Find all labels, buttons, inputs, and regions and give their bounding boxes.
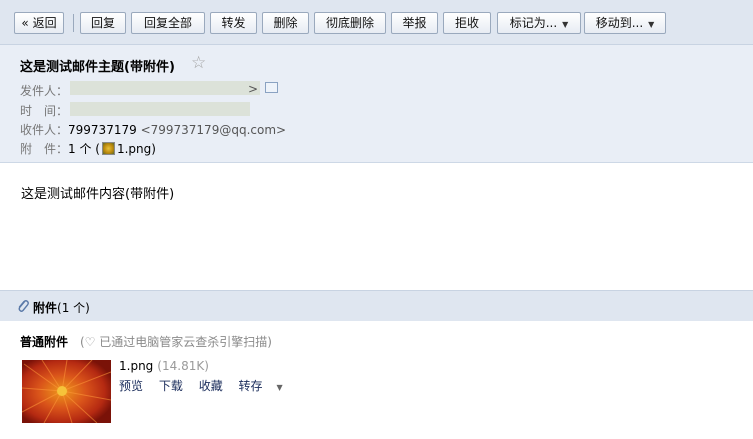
attachment-row: 附 件：1 个 (1.png) — [20, 142, 156, 156]
save-to-link[interactable]: 转存 ▼ — [239, 379, 295, 393]
sender-tail: > — [248, 82, 259, 96]
attachment-actions: 预览 下载 收藏 转存 ▼ — [119, 377, 307, 394]
time-redacted — [70, 102, 250, 116]
reply-all-button[interactable]: 回复全部 — [131, 12, 205, 34]
sender-row: 发件人： — [20, 82, 68, 99]
chevron-down-icon: ▼ — [648, 20, 655, 29]
scan-note: (♡ 已通过电脑管家云查杀引擎扫描) — [80, 335, 272, 349]
paperclip-icon — [18, 300, 29, 312]
mail-subject: 这是测试邮件主题(带附件) — [20, 60, 175, 75]
reply-button[interactable]: 回复 — [80, 12, 126, 34]
attachment-file-name: 1.png (14.81K) — [119, 359, 209, 373]
mail-body: 这是测试邮件内容(带附件) — [21, 187, 175, 202]
time-label: 时 间： — [20, 104, 69, 118]
recipient-row: 收件人：799737179 <799737179@qq.com> — [20, 121, 286, 138]
chevron-down-icon: ▼ — [276, 383, 283, 392]
move-to-label: 移动到... — [595, 16, 644, 30]
contact-card-icon[interactable] — [265, 82, 278, 93]
sender-label: 发件人： — [20, 84, 69, 98]
attachment-file-size: (14.81K) — [157, 359, 209, 373]
attachment-count: 1 个 ( — [68, 142, 100, 156]
flower-image — [22, 360, 111, 423]
delete-button[interactable]: 删除 — [262, 12, 309, 34]
image-file-icon — [101, 142, 115, 155]
attachment-group-label: 普通附件 — [20, 335, 69, 349]
forward-button[interactable]: 转发 — [210, 12, 257, 34]
chevron-down-icon: ▼ — [562, 20, 569, 29]
attachment-link[interactable]: 1.png — [117, 142, 151, 156]
mark-as-label: 标记为... — [509, 16, 558, 30]
back-button[interactable]: « 返回 — [14, 12, 64, 34]
attachment-thumbnail[interactable] — [22, 360, 111, 423]
recipient-email: <799737179@qq.com> — [140, 123, 287, 137]
favorite-link[interactable]: 收藏 — [199, 379, 223, 393]
recipient-label: 收件人： — [20, 123, 69, 137]
delete-permanently-button[interactable]: 彻底删除 — [314, 12, 386, 34]
mark-as-dropdown[interactable]: 标记为... ▼ — [497, 12, 581, 34]
preview-link[interactable]: 预览 — [119, 379, 143, 393]
attachment-section-title: 附件(1 个) — [33, 301, 90, 315]
download-link[interactable]: 下载 — [159, 379, 183, 393]
star-icon[interactable]: ☆ — [191, 53, 206, 73]
report-button[interactable]: 举报 — [391, 12, 438, 34]
recipient-name[interactable]: 799737179 — [68, 123, 137, 137]
sender-redacted — [70, 81, 260, 95]
toolbar: « 返回 回复 回复全部 转发 删除 彻底删除 举报 拒收 标记为... ▼ 移动… — [0, 0, 753, 45]
mail-header: 这是测试邮件主题(带附件) ☆ 发件人： > 时 间： 收件人：79973717… — [0, 45, 753, 163]
time-row: 时 间： — [20, 102, 68, 119]
toolbar-divider — [73, 14, 74, 32]
attachment-section-header: 附件(1 个) — [0, 290, 753, 321]
reject-button[interactable]: 拒收 — [443, 12, 491, 34]
move-to-dropdown[interactable]: 移动到... ▼ — [584, 12, 666, 34]
attachment-label: 附 件： — [20, 142, 69, 156]
